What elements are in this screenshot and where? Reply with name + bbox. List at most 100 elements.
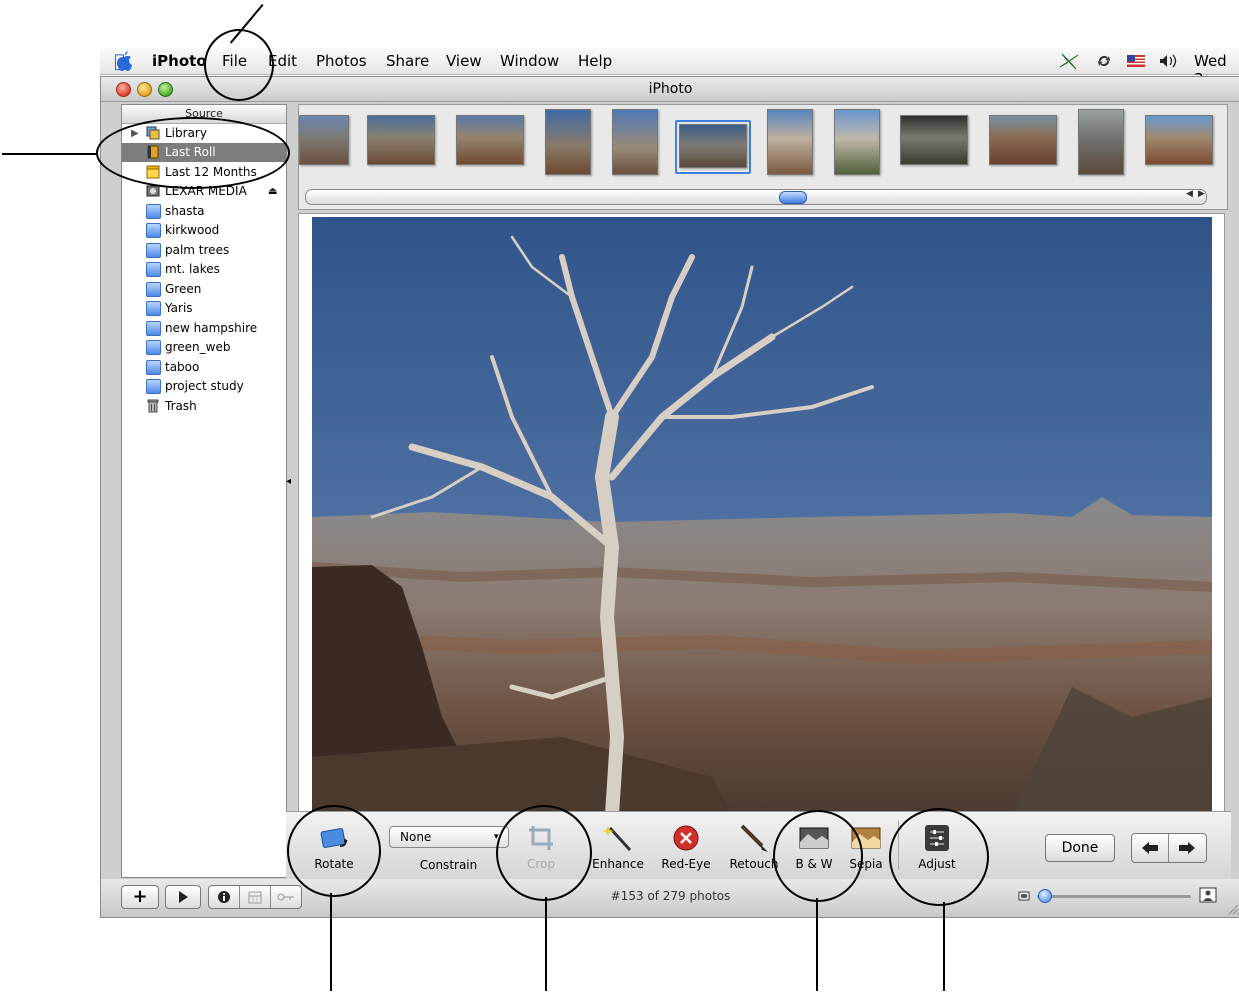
annotation-line-source-items <box>2 153 96 155</box>
done-button[interactable]: Done <box>1045 834 1115 862</box>
album-icon <box>146 204 161 219</box>
size-slider-knob[interactable] <box>1038 889 1052 903</box>
menu-photos[interactable]: Photos <box>316 52 367 70</box>
source-item-label: kirkwood <box>165 223 220 237</box>
annotation-line-adjust <box>943 902 945 991</box>
menu-window[interactable]: Window <box>500 52 559 70</box>
source-item-album[interactable]: Green <box>122 280 286 299</box>
album-icon <box>146 301 161 316</box>
magic-wand-icon <box>602 826 632 852</box>
scroll-right-arrow-icon[interactable]: ▶ <box>1198 189 1205 199</box>
filmstrip-thumbnail[interactable] <box>545 109 591 175</box>
source-item-album[interactable]: shasta <box>122 202 286 221</box>
apple-logo-icon[interactable] <box>114 51 132 71</box>
trash-icon <box>147 399 159 413</box>
annotation-line-crop <box>545 897 547 991</box>
source-item-label: shasta <box>165 204 205 218</box>
annotation-line-bw <box>816 898 818 991</box>
album-icon <box>146 379 161 394</box>
annotation-circle-rotate <box>287 805 381 897</box>
scroll-left-arrow-icon[interactable]: ◀ <box>1186 189 1193 199</box>
constrain-label: Constrain <box>419 858 478 872</box>
pinwheel-icon[interactable] <box>1058 52 1080 70</box>
size-slider-track[interactable] <box>1037 895 1191 898</box>
source-list: Source ▶ Library Last Roll Last 12 Month… <box>121 104 287 878</box>
annotation-circle-file-menu <box>204 29 274 101</box>
prev-next-group <box>1131 833 1207 863</box>
album-icon <box>146 340 161 355</box>
small-photo-icon <box>1018 891 1030 901</box>
source-item-album[interactable]: new hampshire <box>122 319 286 338</box>
filmstrip-thumbnail[interactable] <box>367 115 435 165</box>
annotation-circle-crop <box>496 805 592 901</box>
enhance-button[interactable]: Enhance <box>586 824 650 871</box>
menu-share[interactable]: Share <box>386 52 429 70</box>
filmstrip-thumbnail[interactable] <box>900 115 968 165</box>
sync-icon[interactable] <box>1096 53 1112 69</box>
source-item-label: project study <box>165 379 244 393</box>
prev-next-divider <box>1168 834 1169 862</box>
album-icon <box>146 223 161 238</box>
annotation-line-rotate <box>330 893 332 991</box>
menu-app-name[interactable]: iPhoto <box>152 52 207 70</box>
annotation-circle-bw <box>773 810 863 902</box>
filmstrip-thumbnail[interactable] <box>612 109 658 175</box>
album-icon <box>146 321 161 336</box>
resize-grip-icon[interactable] <box>1225 901 1239 915</box>
eject-icon[interactable]: ⏏ <box>268 182 277 201</box>
source-item-label: Trash <box>165 399 197 413</box>
source-item-album[interactable]: Yaris <box>122 299 286 318</box>
constrain-select[interactable]: None ▾ <box>389 826 509 848</box>
constrain-select-value: None <box>400 830 432 844</box>
annotation-circle-source-items <box>96 117 290 189</box>
album-icon <box>146 262 161 277</box>
previous-arrow-icon[interactable] <box>1140 841 1160 855</box>
filmstrip-thumbnail[interactable] <box>1145 115 1213 165</box>
filmstrip-thumbnail[interactable] <box>834 109 880 175</box>
source-item-label: Green <box>165 282 202 296</box>
source-item-trash[interactable]: Trash <box>122 397 286 416</box>
source-item-label: new hampshire <box>165 321 258 335</box>
source-item-album[interactable]: mt. lakes <box>122 260 286 279</box>
annotation-circle-adjust <box>889 808 989 906</box>
photo-viewer: ◂ <box>286 213 1225 881</box>
large-photo-icon <box>1199 887 1217 903</box>
filmstrip-scroll-thumb[interactable] <box>779 191 807 204</box>
album-icon <box>146 282 161 297</box>
red-eye-button[interactable]: Red-Eye <box>654 824 718 871</box>
next-arrow-icon[interactable] <box>1177 841 1197 855</box>
source-item-label: mt. lakes <box>165 262 220 276</box>
source-item-album[interactable]: green_web <box>122 338 286 357</box>
volume-icon[interactable] <box>1158 53 1180 69</box>
main-photo[interactable] <box>312 217 1212 815</box>
brush-icon <box>740 824 768 852</box>
filmstrip-thumbnail[interactable] <box>299 115 349 165</box>
filmstrip-scrollbar[interactable]: ◀ ▶ <box>305 189 1207 205</box>
us-flag-icon[interactable] <box>1127 55 1145 67</box>
grand-canyon-tree-photo <box>312 217 1212 815</box>
menu-view[interactable]: View <box>446 52 482 70</box>
source-item-label: green_web <box>165 340 231 354</box>
source-item-label: taboo <box>165 360 200 374</box>
source-item-album[interactable]: taboo <box>122 358 286 377</box>
source-item-album[interactable]: kirkwood <box>122 221 286 240</box>
window-title: iPhoto <box>648 81 693 97</box>
source-item-album[interactable]: project study <box>122 377 286 396</box>
enhance-label: Enhance <box>592 857 644 871</box>
source-item-album[interactable]: palm trees <box>122 241 286 260</box>
red-eye-icon <box>673 825 699 851</box>
filmstrip-thumbnail[interactable] <box>767 109 813 175</box>
filmstrip-thumbnail[interactable] <box>989 115 1057 165</box>
title-bar[interactable]: iPhoto <box>101 77 1239 102</box>
bottom-bar: + #153 of 279 photos <box>101 879 1239 917</box>
filmstrip-thumbnail[interactable] <box>1078 109 1124 175</box>
edit-toolbar: Rotate None ▾ Constrain Crop Enhance Red… <box>286 811 1231 882</box>
iphoto-window: iPhoto Source ▶ Library Last Roll Last 1… <box>100 76 1239 918</box>
filmstrip-thumbnail[interactable] <box>456 115 524 165</box>
album-icon <box>146 243 161 258</box>
red-eye-label: Red-Eye <box>661 857 711 871</box>
splitter-handle-icon[interactable]: ◂ <box>286 476 291 487</box>
menu-help[interactable]: Help <box>578 52 612 70</box>
filmstrip-thumbnail-selected[interactable] <box>679 124 747 168</box>
album-icon <box>146 360 161 375</box>
